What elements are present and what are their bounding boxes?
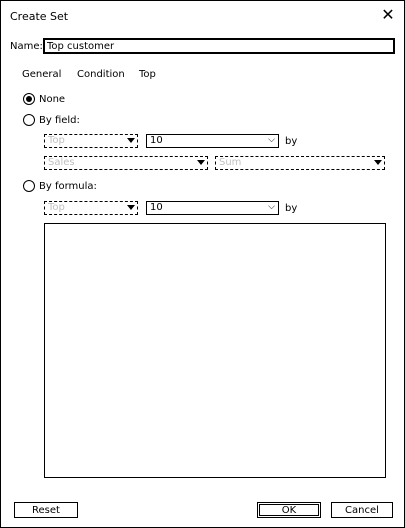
by-field-aggregation-select[interactable]: Sum [215,156,385,170]
tab-top[interactable]: Top [139,69,156,80]
radio-by-formula[interactable] [23,180,35,192]
dropdown-arrow-icon [127,205,135,210]
radio-by-field[interactable] [23,114,35,126]
by-formula-count-value: 10 [150,202,163,213]
by-field-count-value: 10 [150,135,163,146]
by-field-count-select[interactable]: 10 ⌵ [146,134,279,148]
chevron-down-icon: ⌵ [268,135,275,145]
radio-by-field-label: By field: [39,115,80,126]
cancel-button[interactable]: Cancel [331,502,393,518]
formula-editor[interactable] [44,223,386,478]
ok-button[interactable]: OK [257,502,321,518]
by-formula-direction-value: Top [48,202,65,213]
by-field-aggregation-value: Sum [219,157,242,168]
by-field-direction-value: Top [48,135,65,146]
title-bar: Create Set ✕ [1,1,404,33]
by-field-direction-select[interactable]: Top [44,134,138,148]
dropdown-arrow-icon [374,160,382,165]
reset-button[interactable]: Reset [14,502,78,518]
by-formula-count-select[interactable]: 10 ⌵ [146,201,279,215]
by-formula-direction-select[interactable]: Top [44,201,138,215]
dropdown-arrow-icon [127,138,135,143]
tab-general[interactable]: General [22,69,61,80]
radio-none[interactable] [23,93,35,105]
by-formula-by-label: by [285,203,298,214]
dialog-title: Create Set [10,10,69,23]
by-field-field-select[interactable]: Sales [44,156,208,170]
close-icon[interactable]: ✕ [380,7,396,23]
by-field-field-value: Sales [48,157,75,168]
tab-condition[interactable]: Condition [77,69,125,80]
radio-none-label: None [39,94,66,105]
chevron-down-icon: ⌵ [268,202,275,212]
dropdown-arrow-icon [197,160,205,165]
name-row: Name: [10,38,400,55]
name-input[interactable] [43,38,395,54]
by-field-by-label: by [285,136,298,147]
radio-by-formula-label: By formula: [39,181,97,192]
create-set-dialog: Create Set ✕ Name: General Condition Top… [0,0,405,528]
name-label: Name: [10,41,43,52]
